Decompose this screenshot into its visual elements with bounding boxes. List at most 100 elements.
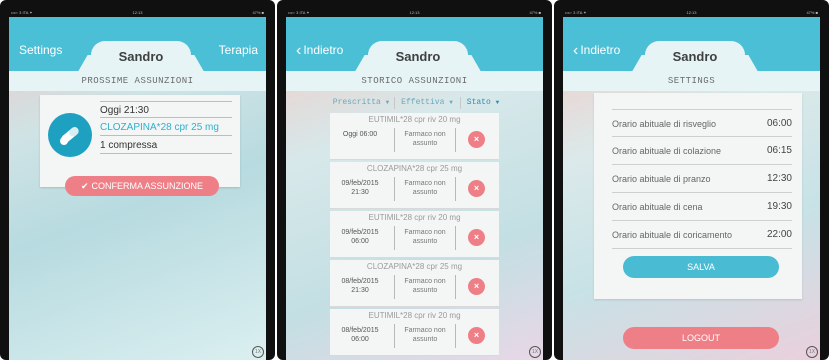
screen: ••••◦ 3 ITA ✦ 12:13 47% ■ ‹ Indietro Sand… [563, 9, 820, 360]
row-state: Farmaco non assunto [404, 229, 446, 245]
battery-label: 47% ■ [529, 10, 541, 15]
tablet-settings: ••••◦ 3 ITA ✦ 12:13 47% ■ ‹ Indietro Sand… [554, 0, 829, 360]
column-status[interactable]: Stato ▼ [462, 96, 504, 110]
status-time: 12:13 [686, 10, 697, 15]
sort-down-icon: ▼ [495, 99, 500, 106]
setting-label: Orario abituale di pranzo [612, 174, 711, 184]
column-label: Stato [466, 98, 491, 107]
history-row[interactable]: EUTIMIL*28 cpr riv 20 mg 09/feb/2015 06:… [330, 211, 499, 258]
setting-label: Orario abituale di colazione [612, 146, 722, 156]
setting-row-lunch[interactable]: Orario abituale di pranzo 12:30 [612, 165, 792, 193]
back-label: Indietro [580, 43, 621, 57]
user-name: Sandro [672, 49, 718, 64]
setting-row-breakfast[interactable]: Orario abituale di colazione 06:15 [612, 137, 792, 165]
history-list[interactable]: EUTIMIL*28 cpr riv 20 mg Oggi 06:00 Farm… [330, 113, 499, 359]
intake-time: Oggi 21:30 [100, 101, 232, 118]
screenshot-stage: ••••◦ 3 ITA ✦ 12:13 47% ■ Settings Sandr… [0, 0, 829, 360]
pill-icon [48, 113, 92, 157]
sort-down-icon: ▼ [449, 99, 453, 106]
row-divider [394, 128, 395, 152]
navbar: ‹ Indietro Sandro [286, 17, 543, 71]
row-divider [455, 128, 456, 152]
row-state: Farmaco non assunto [404, 327, 446, 343]
setting-value[interactable]: 06:15 [767, 137, 792, 165]
column-label: Effettiva [401, 98, 445, 107]
column-divider [460, 97, 461, 109]
sort-down-icon: ▼ [385, 99, 390, 106]
chevron-left-icon: ‹ [296, 42, 302, 59]
column-prescribed[interactable]: Prescritta ▼ [330, 96, 392, 110]
intake-drug: CLOZAPINA*28 cpr 25 mg [100, 119, 232, 136]
row-divider [455, 324, 456, 348]
back-button[interactable]: ‹ Indietro [296, 42, 344, 59]
setting-value[interactable]: 22:00 [767, 221, 792, 249]
row-date: Oggi 06:00 [342, 131, 378, 138]
checkmark-icon: ✔ [80, 181, 89, 191]
status-bar: ••••◦ 3 ITA ✦ 12:13 47% ■ [563, 9, 820, 17]
back-button[interactable]: ‹ Indietro [573, 42, 621, 59]
history-row[interactable]: EUTIMIL*28 cpr riv 20 mg Oggi 06:00 Farm… [330, 113, 499, 160]
battery-label: 47% ■ [806, 10, 818, 15]
row-state: Farmaco non assunto [404, 278, 446, 294]
next-intake-card: Oggi 21:30 CLOZAPINA*28 cpr 25 mg 1 comp… [40, 95, 240, 187]
settings-link[interactable]: Settings [19, 43, 62, 57]
row-divider [394, 275, 395, 299]
user-tab: Sandro [368, 41, 468, 71]
row-divider [394, 177, 395, 201]
user-name: Sandro [395, 49, 441, 64]
save-button[interactable]: SALVA [623, 256, 779, 278]
row-divider [455, 177, 456, 201]
back-label: Indietro [303, 43, 344, 57]
not-taken-icon: × [468, 131, 485, 148]
user-name: Sandro [118, 49, 164, 64]
row-divider [455, 275, 456, 299]
setting-value[interactable]: 19:30 [767, 193, 792, 221]
history-row[interactable]: CLOZAPINA*28 cpr 25 mg 09/feb/2015 21:30… [330, 162, 499, 209]
row-state: Farmaco non assunto [404, 131, 446, 147]
row-date: 09/feb/2015 06:00 [341, 229, 379, 245]
zoom-1x-button[interactable]: 1X [806, 346, 818, 358]
row-drug: EUTIMIL*28 cpr riv 20 mg [368, 115, 461, 124]
row-divider [394, 324, 395, 348]
setting-value[interactable]: 12:30 [767, 165, 792, 193]
chevron-left-icon: ‹ [573, 42, 579, 59]
history-row[interactable]: EUTIMIL*28 cpr riv 20 mg 08/feb/2015 06:… [330, 309, 499, 356]
history-row[interactable]: CLOZAPINA*28 cpr 25 mg 08/feb/2015 21:30… [330, 260, 499, 307]
zoom-1x-button[interactable]: 1X [252, 346, 264, 358]
row-drug: EUTIMIL*28 cpr riv 20 mg [368, 213, 461, 222]
setting-label: Orario abituale di risveglio [612, 119, 717, 129]
row-drug: CLOZAPINA*28 cpr 25 mg [366, 164, 463, 173]
setting-value[interactable]: 06:00 [767, 110, 792, 138]
not-taken-icon: × [468, 180, 485, 197]
tablet-intake-history: ••••◦ 3 ITA ✦ 12:13 47% ■ ‹ Indietro Sand… [277, 0, 552, 360]
battery-label: 47% ■ [252, 10, 264, 15]
status-bar: ••••◦ 3 ITA ✦ 12:13 47% ■ [9, 9, 266, 17]
section-title: STORICO ASSUNZIONI [286, 71, 543, 91]
logout-button[interactable]: LOGOUT [623, 327, 779, 349]
not-taken-icon: × [468, 278, 485, 295]
setting-row-bedtime[interactable]: Orario abituale di coricamento 22:00 [612, 221, 792, 249]
column-actual[interactable]: Effettiva ▼ [396, 96, 458, 110]
screen: ••••◦ 3 ITA ✦ 12:13 47% ■ Settings Sandr… [9, 9, 266, 360]
not-taken-icon: × [468, 229, 485, 246]
row-drug: EUTIMIL*28 cpr riv 20 mg [368, 311, 461, 320]
row-divider [455, 226, 456, 250]
row-divider [394, 226, 395, 250]
screen: ••••◦ 3 ITA ✦ 12:13 47% ■ ‹ Indietro Sand… [286, 9, 543, 360]
therapy-link[interactable]: Terapia [219, 43, 258, 57]
column-divider [394, 97, 395, 109]
row-date: 09/feb/2015 21:30 [341, 180, 379, 196]
row-state: Farmaco non assunto [404, 180, 446, 196]
setting-row-dinner[interactable]: Orario abituale di cena 19:30 [612, 193, 792, 221]
section-title: SETTINGS [563, 71, 820, 91]
status-bar: ••••◦ 3 ITA ✦ 12:13 47% ■ [286, 9, 543, 17]
status-time: 12:13 [132, 10, 143, 15]
zoom-1x-button[interactable]: 1X [529, 346, 541, 358]
setting-row-wakeup[interactable]: Orario abituale di risveglio 06:00 [612, 109, 792, 137]
user-tab: Sandro [645, 41, 745, 71]
confirm-label: CONFERMA ASSUNZIONE [91, 181, 204, 191]
confirm-intake-button[interactable]: ✔ CONFERMA ASSUNZIONE [65, 176, 219, 196]
status-time: 12:13 [409, 10, 420, 15]
navbar: ‹ Indietro Sandro [563, 17, 820, 71]
navbar: Settings Sandro Terapia [9, 17, 266, 71]
